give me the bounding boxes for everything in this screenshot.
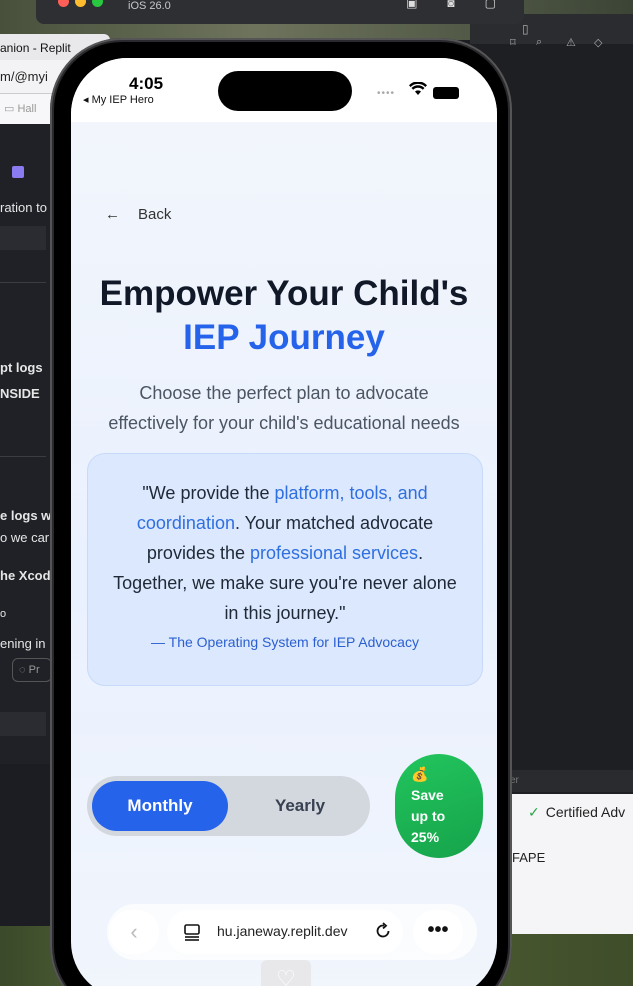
bookmark-icon[interactable]: ⌑	[510, 36, 516, 49]
divider	[0, 282, 46, 283]
monthly-option[interactable]: Monthly	[92, 781, 228, 831]
arrow-left-icon: ←	[105, 206, 120, 223]
battery-icon	[433, 87, 459, 99]
subtitle-line-2: effectively for your child's educational…	[108, 413, 460, 433]
quote-text: "We provide the platform, tools, and coo…	[108, 478, 462, 628]
home-icon[interactable]: ▣	[406, 0, 417, 10]
simulator-buttons: ▣ ◙ ▢	[406, 0, 496, 10]
chat-line: o	[0, 608, 7, 620]
fape-label: FAPE	[512, 850, 546, 865]
reload-icon[interactable]	[373, 921, 393, 941]
simulator-titlebar: iOS 26.0 ▣ ◙ ▢	[36, 0, 524, 24]
certified-label: ✓ Certified Adv	[528, 804, 625, 821]
safari-address-pill[interactable]: hu.janeway.replit.dev	[167, 910, 403, 954]
window-controls	[58, 0, 103, 7]
chat-line: e logs w	[0, 508, 52, 523]
signal-icon: ••••	[377, 88, 396, 99]
divider-strip	[0, 226, 46, 250]
money-bag-icon: 💰	[411, 766, 429, 782]
save-badge-line: Save	[411, 787, 444, 803]
tab-title: anion - Replit	[0, 41, 71, 55]
spinner-icon: ◌	[19, 664, 26, 676]
search-icon[interactable]: ⌕	[536, 36, 542, 49]
status-time: 4:05	[129, 74, 164, 93]
quote-highlight: professional services	[249, 543, 419, 563]
screenshot-icon[interactable]: ◙	[447, 0, 454, 10]
desktop: anion - Replit m/@myi ▭ Hall ration to p…	[0, 0, 633, 986]
wifi-icon	[409, 82, 427, 95]
dynamic-island	[218, 71, 352, 111]
chip-label: Pr	[28, 664, 40, 676]
headline-line-1: Empower Your Child's	[99, 274, 469, 313]
quote-attribution: — The Operating System for IEP Advocacy	[151, 634, 419, 650]
divider	[0, 456, 46, 457]
chip-button[interactable]: ◌ Pr	[12, 658, 52, 682]
more-button[interactable]: •••	[413, 910, 463, 954]
headline-line-2: IEP Journey	[183, 318, 385, 357]
mission-quote-card: "We provide the platform, tools, and coo…	[87, 453, 483, 686]
certified-text: Certified Adv	[545, 804, 626, 820]
billing-toggle: Monthly Yearly	[87, 776, 370, 836]
subtitle: Choose the perfect plan to advocate effe…	[71, 378, 497, 438]
chat-line: he Xcod	[0, 568, 51, 583]
back-label: Back	[138, 206, 172, 223]
quote-part: "We provide the	[142, 483, 275, 503]
phone-screen: 4:05 ◂ My IEP Hero •••• ← Back Empower Y…	[71, 58, 497, 986]
divider-strip	[0, 712, 46, 736]
warning-icon[interactable]: ⚠	[566, 36, 576, 49]
address-text: m/@myi	[0, 69, 48, 84]
back-button[interactable]: ← Back	[105, 206, 171, 223]
subtitle-line-1: Choose the perfect plan to advocate	[139, 383, 429, 403]
sidebar-toggle-icon[interactable]: ▯	[522, 22, 529, 36]
chat-line: NSIDE	[0, 386, 40, 401]
heart-icon: ♡	[261, 960, 311, 986]
chat-line: o we car	[0, 530, 50, 545]
chat-line: pt logs	[0, 360, 43, 375]
check-circle-icon: ✓	[528, 804, 540, 820]
app-icon	[12, 166, 24, 178]
folder-icon: ▭	[4, 103, 15, 115]
ellipsis-icon: •••	[427, 919, 449, 941]
save-badge-line: up to	[411, 808, 446, 824]
close-dot[interactable]	[58, 0, 69, 7]
phone-bezel: 4:05 ◂ My IEP Hero •••• ← Back Empower Y…	[54, 42, 508, 986]
iphone-frame: 4:05 ◂ My IEP Hero •••• ← Back Empower Y…	[50, 38, 512, 986]
rotate-icon[interactable]: ▢	[485, 0, 496, 10]
minimize-dot[interactable]	[75, 0, 86, 7]
tabs-icon[interactable]	[183, 923, 201, 941]
chat-line: ration to	[0, 200, 47, 215]
status-bar: 4:05 ◂ My IEP Hero ••••	[71, 58, 497, 122]
url-text: hu.janeway.replit.dev	[217, 923, 348, 939]
chevron-left-icon: ‹	[130, 919, 138, 944]
yearly-option[interactable]: Yearly	[237, 781, 363, 831]
zoom-dot[interactable]	[92, 0, 103, 7]
chat-line: ening in	[0, 636, 46, 651]
back-to-app-link[interactable]: ◂ My IEP Hero	[83, 93, 154, 106]
save-badge-line: 25%	[411, 829, 440, 845]
bookmark-folder[interactable]: Hall	[17, 103, 36, 115]
browser-back-button[interactable]: ‹	[109, 910, 159, 954]
diamond-icon[interactable]: ◇	[594, 36, 602, 49]
save-badge: 💰 Save up to 25%	[395, 754, 483, 858]
simulator-title: iOS 26.0	[128, 0, 171, 12]
